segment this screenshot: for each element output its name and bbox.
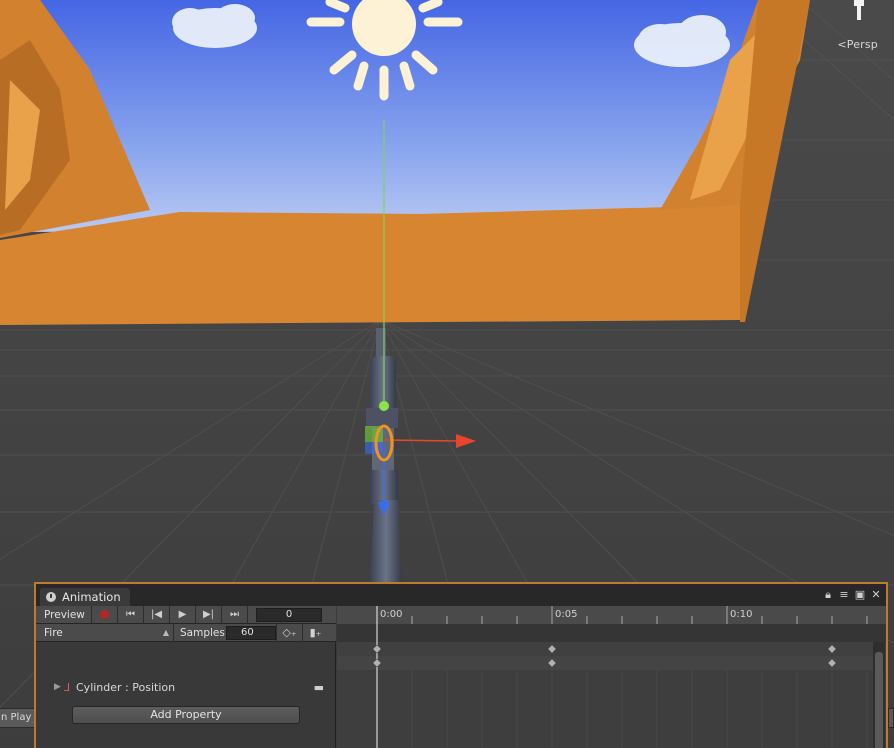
last-keyframe-icon: ⏭ xyxy=(230,608,239,620)
dropdown-arrows-icon: ▲ xyxy=(162,627,169,637)
timeline-ruler xyxy=(337,606,886,624)
persp-arrow-icon: < xyxy=(837,38,847,51)
lock-icon[interactable]: 🔒︎ xyxy=(822,588,834,602)
last-keyframe-button[interactable]: ⏭ xyxy=(222,605,248,624)
samples-input[interactable]: 60 xyxy=(226,625,276,640)
dopesheet-timeline[interactable]: 0:00 0:05 0:10 xyxy=(337,606,888,748)
maximize-icon[interactable]: ▣ xyxy=(854,588,866,602)
add-event-button[interactable]: ▮₊ xyxy=(302,623,328,642)
tab-animation[interactable]: Animation xyxy=(40,588,130,606)
prev-keyframe-button[interactable]: |◀ xyxy=(144,605,170,624)
menu-icon[interactable]: ≡ xyxy=(838,588,850,602)
first-keyframe-icon: ⏮ xyxy=(126,608,135,620)
tab-animation-label: Animation xyxy=(62,590,121,604)
clock-icon xyxy=(46,592,56,602)
remove-property-icon[interactable]: ▬ xyxy=(314,681,324,694)
time-label: 0:00 xyxy=(380,609,402,620)
time-label: 0:05 xyxy=(555,609,577,620)
play-button[interactable]: ▶ xyxy=(170,605,196,624)
camera-projection-label[interactable]: <Persp xyxy=(837,38,878,51)
light-gizmo-icon[interactable] xyxy=(852,0,866,22)
clip-name: Fire xyxy=(44,626,63,639)
clip-dropdown[interactable]: Fire ▲ xyxy=(36,623,174,642)
preview-button[interactable]: Preview xyxy=(36,605,92,624)
animation-window: Animation 🔒︎ ≡ ▣ ✕ Preview ⏮ |◀ ▶ ▶| ⏭ 0… xyxy=(34,582,888,748)
add-keyframe-icon: ◇₊ xyxy=(282,626,297,639)
animation-left-panel: Preview ⏮ |◀ ▶ ▶| ⏭ 0 Fire ▲ Samples 60 … xyxy=(36,605,336,748)
samples-label: Samples xyxy=(180,626,225,639)
first-keyframe-button[interactable]: ⏮ xyxy=(118,605,144,624)
frame-input[interactable]: 0 xyxy=(256,607,322,622)
timeline-property-row xyxy=(337,656,886,670)
transform-icon: ⅃ xyxy=(64,680,71,694)
add-event-icon: ▮₊ xyxy=(309,626,322,639)
timeline-canvas[interactable]: 0:00 0:05 0:10 xyxy=(337,606,888,748)
add-property-button[interactable]: Add Property xyxy=(72,706,300,724)
timeline-scrollbar-thumb xyxy=(875,652,883,748)
window-controls: 🔒︎ ≡ ▣ ✕ xyxy=(822,587,882,603)
playback-toolbar: Preview ⏮ |◀ ▶ ▶| ⏭ 0 xyxy=(36,605,336,624)
next-keyframe-icon: ▶| xyxy=(202,608,215,620)
close-icon[interactable]: ✕ xyxy=(870,588,882,602)
animation-titlebar: Animation 🔒︎ ≡ ▣ ✕ xyxy=(36,584,886,606)
property-label: Cylinder : Position xyxy=(76,680,176,694)
next-keyframe-button[interactable]: ▶| xyxy=(196,605,222,624)
timeline-summary-band xyxy=(337,624,886,642)
record-icon xyxy=(100,610,109,619)
property-row[interactable]: ▶ ⅃ Cylinder : Position ▬ xyxy=(36,678,336,696)
clip-toolbar: Fire ▲ Samples 60 ◇₊ ▮₊ xyxy=(36,623,336,642)
time-label: 0:10 xyxy=(730,609,752,620)
prev-keyframe-icon: |◀ xyxy=(150,608,163,620)
play-icon: ▶ xyxy=(178,608,187,620)
timeline-summary-row xyxy=(337,642,886,656)
add-keyframe-button[interactable]: ◇₊ xyxy=(276,623,302,642)
play-mode-tab-stub[interactable]: n Play xyxy=(0,708,36,728)
foldout-arrow-icon[interactable]: ▶ xyxy=(54,682,64,692)
right-panel-stub[interactable] xyxy=(888,708,894,728)
record-button[interactable] xyxy=(92,605,118,624)
